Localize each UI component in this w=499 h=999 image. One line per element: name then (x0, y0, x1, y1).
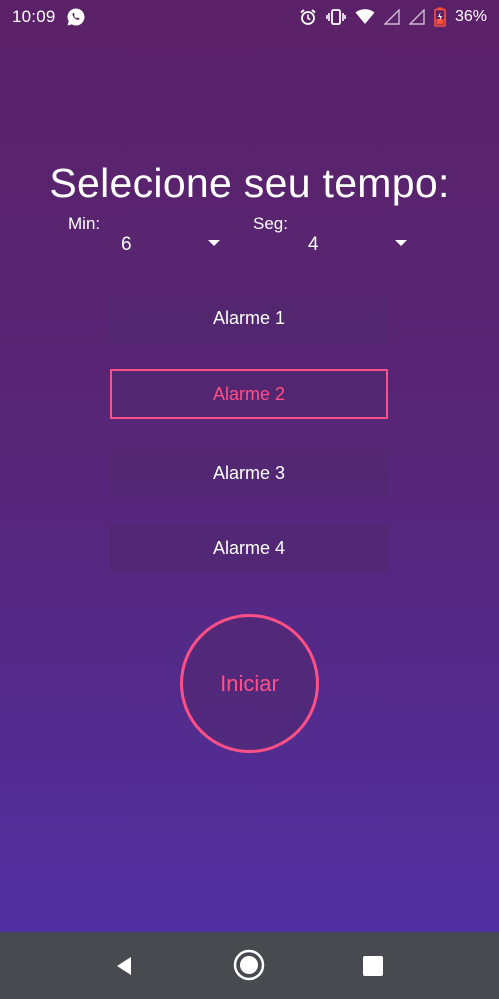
minutes-dropdown-arrow-icon[interactable] (208, 240, 220, 246)
minutes-value[interactable]: 6 (121, 234, 132, 256)
status-bar: 10:09 36% (0, 0, 499, 34)
status-right: 36% (299, 7, 487, 27)
alarm-2-button[interactable]: Alarme 2 (110, 369, 388, 419)
page-title: Selecione seu tempo: (49, 160, 450, 206)
alarm-1-button[interactable]: Alarme 1 (110, 294, 388, 342)
back-icon[interactable] (110, 952, 138, 980)
seconds-value[interactable]: 4 (308, 234, 319, 256)
seconds-dropdown-arrow-icon[interactable] (395, 240, 407, 246)
navigation-bar (0, 932, 499, 999)
alarm-4-button[interactable]: Alarme 4 (110, 524, 388, 572)
alarm-clock-icon (299, 8, 317, 26)
whatsapp-icon (66, 7, 86, 27)
home-icon[interactable] (232, 948, 266, 982)
signal-icon (408, 9, 425, 25)
status-time: 10:09 (12, 7, 56, 26)
battery-percent: 36% (454, 8, 487, 25)
battery-icon (434, 7, 446, 27)
minutes-label: Min: (68, 214, 101, 233)
alarm-3-button[interactable]: Alarme 3 (110, 449, 388, 497)
seconds-label: Seg: (253, 214, 288, 233)
recent-apps-icon[interactable] (359, 952, 387, 980)
signal-icon (383, 9, 400, 25)
vibrate-icon (326, 8, 346, 26)
start-button[interactable]: Iniciar (180, 614, 319, 753)
wifi-icon (355, 9, 375, 25)
status-left: 10:09 (12, 7, 86, 27)
